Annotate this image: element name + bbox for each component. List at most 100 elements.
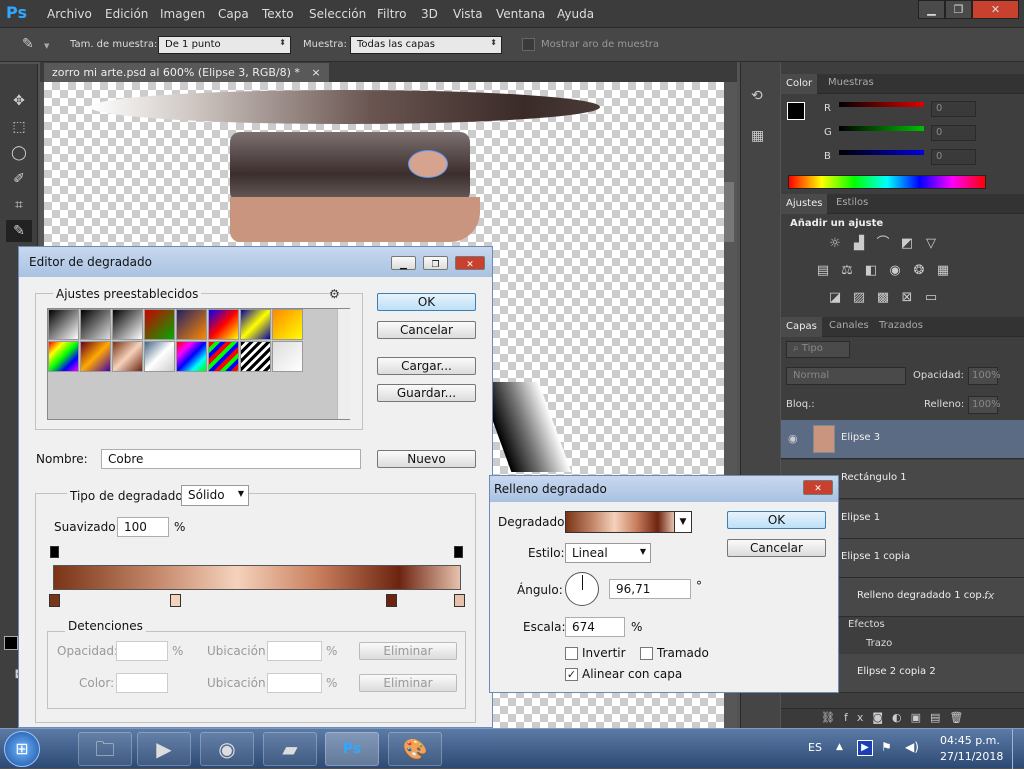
tab-paths[interactable]: Trazados	[879, 320, 923, 331]
color-stop[interactable]	[454, 594, 465, 607]
angle-dial[interactable]	[565, 572, 599, 606]
invert-checkbox[interactable]	[565, 647, 578, 660]
tab-swatches[interactable]: Muestras	[828, 77, 874, 88]
show-desktop-button[interactable]	[1012, 729, 1024, 769]
stop-opacity-input[interactable]	[116, 641, 168, 661]
green-slider[interactable]	[839, 126, 924, 131]
layers-footer-icons[interactable]: ⛓fx◙◐▣▤🗑	[781, 708, 1024, 728]
preset-swatch[interactable]	[144, 341, 175, 372]
color-lookup-icon[interactable]: ▦	[935, 264, 951, 278]
preset-swatch[interactable]	[80, 309, 111, 340]
lasso-tool-icon[interactable]: ◯	[6, 142, 32, 164]
language-indicator[interactable]: ES	[808, 741, 822, 754]
color-spectrum-bar[interactable]	[788, 175, 986, 189]
delete-opacity-stop-button[interactable]: Eliminar	[359, 642, 457, 660]
minimize-button[interactable]: ▁	[391, 256, 416, 270]
clock-time[interactable]: 04:45 p.m.	[940, 734, 1000, 747]
channel-mixer-icon[interactable]: ❂	[911, 264, 927, 278]
preset-swatch[interactable]	[80, 341, 111, 372]
restore-button[interactable]: ❐	[945, 0, 972, 19]
preset-swatch[interactable]	[144, 309, 175, 340]
hue-saturation-icon[interactable]: ▤	[815, 264, 831, 278]
close-button[interactable]: ✕	[455, 256, 485, 270]
layer-filter-select[interactable]: ⌕ Tipo	[786, 341, 850, 358]
color-balance-icon[interactable]: ⚖	[839, 264, 855, 278]
blue-slider[interactable]	[839, 150, 924, 155]
save-button[interactable]: Guardar...	[377, 384, 476, 402]
menu-vista[interactable]: Vista	[453, 7, 483, 21]
eyedropper-icon[interactable]: ✎	[22, 36, 34, 52]
color-stop[interactable]	[170, 594, 181, 607]
blue-value[interactable]: 0	[931, 149, 976, 165]
foreground-color-chip[interactable]	[787, 102, 805, 120]
cancel-button[interactable]: Cancelar	[727, 539, 826, 557]
eyedropper-tool-icon[interactable]: ✎	[6, 220, 32, 242]
style-select[interactable]: Lineal ▼	[565, 543, 651, 563]
new-button[interactable]: Nuevo	[377, 450, 476, 468]
red-value[interactable]: 0	[931, 101, 976, 117]
minimize-button[interactable]: ▁	[918, 0, 945, 19]
preset-swatch[interactable]	[208, 341, 239, 372]
quick-selection-tool-icon[interactable]: ✐	[6, 168, 32, 190]
menu-seleccion[interactable]: Selección	[309, 7, 366, 21]
dither-checkbox[interactable]	[640, 647, 653, 660]
move-tool-icon[interactable]: ✥	[6, 90, 32, 112]
cancel-button[interactable]: Cancelar	[377, 321, 476, 339]
align-with-layer-checkbox[interactable]: ✓	[565, 668, 578, 681]
photo-filter-icon[interactable]: ◉	[887, 264, 903, 278]
preset-swatch[interactable]	[272, 309, 303, 340]
gradient-type-select[interactable]: Sólido ▼	[181, 485, 249, 506]
history-panel-icon[interactable]: ⟲	[751, 88, 763, 104]
gradient-preview-bar[interactable]	[53, 565, 461, 590]
load-button[interactable]: Cargar...	[377, 357, 476, 375]
close-button[interactable]: ✕	[803, 480, 833, 495]
opacity-stop-right[interactable]	[454, 546, 463, 558]
photoshop-taskbar-icon[interactable]: Ps	[325, 732, 379, 766]
color-stop[interactable]	[386, 594, 397, 607]
add-style-fx-icon[interactable]: fx	[844, 711, 872, 724]
gradient-map-icon[interactable]: ▭	[923, 291, 939, 305]
opacity-stop-left[interactable]	[50, 546, 59, 558]
vibrance-icon[interactable]: ▽	[923, 237, 939, 251]
green-value[interactable]: 0	[931, 125, 976, 141]
preset-swatch[interactable]	[176, 341, 207, 372]
red-slider[interactable]	[839, 102, 924, 107]
stop-color-swatch[interactable]	[116, 673, 168, 693]
foreground-color-swatch[interactable]	[4, 636, 18, 650]
gradient-name-input[interactable]: Cobre	[101, 449, 361, 469]
chrome-icon[interactable]: ◉	[200, 732, 254, 766]
canvas-scrollbar[interactable]	[724, 182, 734, 242]
flag-icon[interactable]: ⚑	[881, 740, 892, 754]
clock-date[interactable]: 27/11/2018	[940, 750, 1003, 763]
sample-select[interactable]: Todas las capas ⬍	[350, 36, 502, 54]
file-explorer-icon[interactable]: 🗀	[78, 732, 132, 766]
marquee-tool-icon[interactable]: ⬚	[6, 116, 32, 138]
preset-swatch[interactable]	[48, 309, 79, 340]
fx-icon[interactable]: fx	[984, 589, 994, 602]
chevron-down-icon[interactable]: ▼	[674, 511, 692, 533]
document-tab[interactable]: zorro mi arte.psd al 600% (Elipse 3, RGB…	[44, 63, 329, 82]
color-stop[interactable]	[49, 594, 60, 607]
notes-icon[interactable]: ▰	[263, 732, 317, 766]
levels-icon[interactable]: ▟	[851, 237, 867, 251]
media-player-icon[interactable]: ▶	[137, 732, 191, 766]
close-document-icon[interactable]: ×	[311, 66, 320, 79]
show-ring-checkbox[interactable]	[522, 38, 535, 51]
preset-swatch[interactable]	[48, 341, 79, 372]
black-white-icon[interactable]: ◧	[863, 264, 879, 278]
threshold-icon[interactable]: ▩	[875, 291, 891, 305]
preset-swatch[interactable]	[272, 341, 303, 372]
angle-input[interactable]: 96,71	[609, 579, 691, 599]
stop-opacity-location-input[interactable]	[267, 641, 322, 661]
gear-icon[interactable]: ⚙	[329, 287, 340, 301]
exposure-icon[interactable]: ◩	[899, 237, 915, 251]
eye-icon[interactable]: ◉	[788, 432, 798, 445]
presets-scrollbar[interactable]	[337, 309, 350, 419]
properties-panel-icon[interactable]: ▦	[751, 128, 764, 144]
layer-row[interactable]: ◉ Elipse 3	[781, 420, 1024, 459]
selective-color-icon[interactable]: ⊠	[899, 291, 915, 305]
paint-icon[interactable]: 🎨	[388, 732, 442, 766]
gradient-picker[interactable]	[565, 511, 675, 533]
fill-value[interactable]: 100%	[968, 396, 1001, 414]
sample-size-select[interactable]: De 1 punto ⬍	[158, 36, 291, 54]
